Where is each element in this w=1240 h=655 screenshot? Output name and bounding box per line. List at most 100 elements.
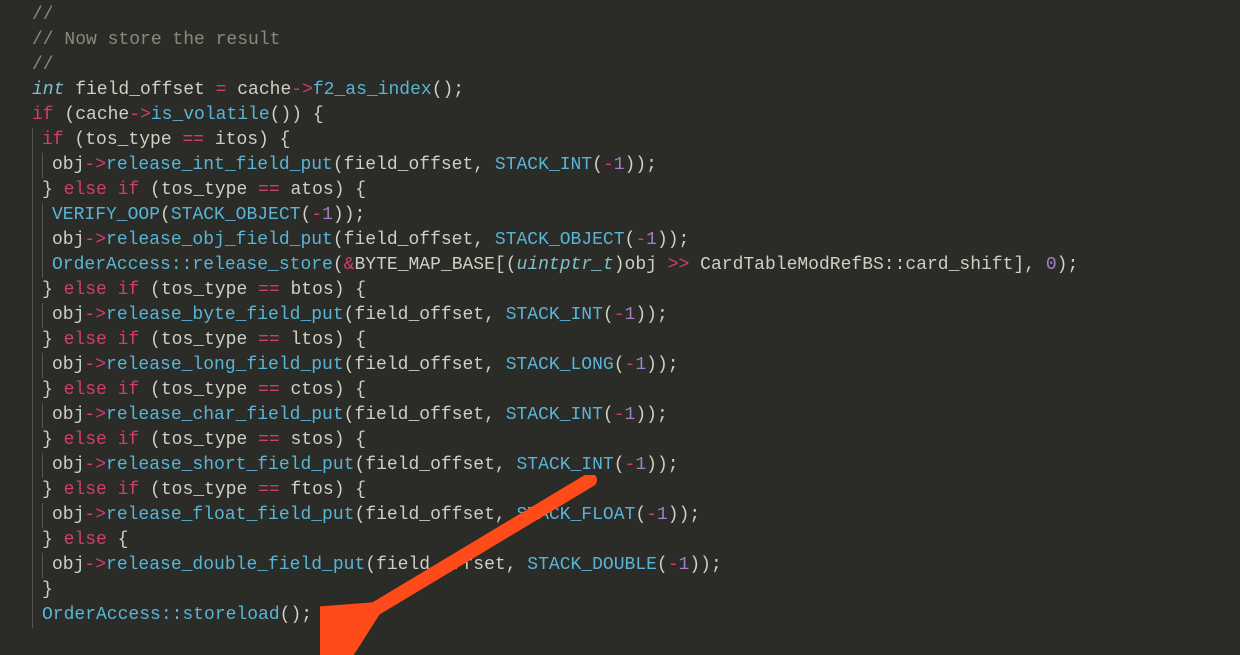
code-token: { [107, 528, 129, 553]
code-token: OrderAccess::release_store [52, 253, 333, 278]
code-token: 1 [679, 553, 690, 578]
code-token: ( [160, 203, 171, 228]
code-token: else [64, 528, 107, 553]
code-token: else [64, 378, 107, 403]
code-token: (); [280, 603, 312, 628]
code-token: (field_offset, [333, 153, 495, 178]
code-token: )); [635, 403, 667, 428]
code-token: field_offset [64, 78, 215, 103]
code-token: - [603, 153, 614, 178]
code-line: VERIFY_OOP(STACK_OBJECT(-1)); [0, 203, 1240, 228]
code-token: == [258, 278, 280, 303]
code-token: 1 [635, 353, 646, 378]
code-line: } else { [0, 528, 1240, 553]
code-token: // [32, 3, 54, 28]
code-token: ( [333, 253, 344, 278]
code-token: obj [52, 503, 84, 528]
code-token: (field_offset, [344, 353, 506, 378]
code-token: >> [668, 253, 690, 278]
code-token: 1 [646, 228, 657, 253]
code-token: BYTE_MAP_BASE[( [354, 253, 516, 278]
code-token: (field_offset, [344, 403, 506, 428]
code-token: == [258, 178, 280, 203]
code-token: release_byte_field_put [106, 303, 344, 328]
code-line: } else if (tos_type == stos) { [0, 428, 1240, 453]
code-token: -> [84, 403, 106, 428]
code-token: (field_offset, [354, 453, 516, 478]
code-token: } [42, 178, 64, 203]
code-line: obj->release_obj_field_put(field_offset,… [0, 228, 1240, 253]
code-token: (field_offset, [365, 553, 527, 578]
code-token: == [258, 378, 280, 403]
code-token: if [32, 103, 54, 128]
code-token: ()) { [270, 103, 324, 128]
code-token: 1 [657, 503, 668, 528]
code-token: ( [300, 203, 311, 228]
code-token: )); [646, 353, 678, 378]
code-token: - [646, 503, 657, 528]
code-token: -> [291, 78, 313, 103]
code-token: release_int_field_put [106, 153, 333, 178]
code-token: if [118, 278, 140, 303]
code-line: obj->release_long_field_put(field_offset… [0, 353, 1240, 378]
code-token: else [64, 178, 107, 203]
code-token: & [344, 253, 355, 278]
code-token: STACK_INT [495, 153, 592, 178]
code-token: itos) { [204, 128, 290, 153]
code-token [107, 328, 118, 353]
code-token: btos) { [280, 278, 366, 303]
code-token: -> [84, 303, 106, 328]
code-token: ( [603, 403, 614, 428]
code-line: obj->release_char_field_put(field_offset… [0, 403, 1240, 428]
code-token: 1 [635, 453, 646, 478]
code-line: } else if (tos_type == ftos) { [0, 478, 1240, 503]
code-token [107, 428, 118, 453]
code-token [107, 378, 118, 403]
code-token: 1 [625, 303, 636, 328]
code-editor-viewport[interactable]: // // Now store the result // int field_… [0, 3, 1240, 628]
code-token: obj [52, 453, 84, 478]
code-token: obj [52, 553, 84, 578]
code-token: release_long_field_put [106, 353, 344, 378]
code-token: ( [657, 553, 668, 578]
code-token: atos) { [280, 178, 366, 203]
code-token: release_short_field_put [106, 453, 354, 478]
code-token: (tos_type [64, 128, 183, 153]
code-token: release_double_field_put [106, 553, 365, 578]
code-line: } [0, 578, 1240, 603]
code-token: } [42, 428, 64, 453]
code-token: - [614, 303, 625, 328]
code-token: } [42, 478, 64, 503]
code-token: // [32, 53, 54, 78]
code-token: release_float_field_put [106, 503, 354, 528]
code-line: } else if (tos_type == btos) { [0, 278, 1240, 303]
code-token: obj [52, 303, 84, 328]
code-token: CardTableModRefBS::card_shift], [689, 253, 1045, 278]
code-token: )); [657, 228, 689, 253]
code-token: VERIFY_OOP [52, 203, 160, 228]
code-token: } [42, 578, 53, 603]
code-token: obj [52, 153, 84, 178]
code-token: )); [333, 203, 365, 228]
code-token: (field_offset, [354, 503, 516, 528]
code-line: if (tos_type == itos) { [0, 128, 1240, 153]
code-token: ctos) { [280, 378, 366, 403]
code-line: // Now store the result [0, 28, 1240, 53]
code-token: obj [52, 353, 84, 378]
code-token: 1 [625, 403, 636, 428]
code-token: -> [84, 553, 106, 578]
code-token: f2_as_index [313, 78, 432, 103]
code-token: STACK_INT [506, 403, 603, 428]
code-token: (tos_type [139, 278, 258, 303]
code-token: )); [635, 303, 667, 328]
code-token: == [182, 128, 204, 153]
code-token: (field_offset, [333, 228, 495, 253]
code-token: ftos) { [280, 478, 366, 503]
code-token: STACK_FLOAT [517, 503, 636, 528]
code-line: } else if (tos_type == atos) { [0, 178, 1240, 203]
code-token: 0 [1046, 253, 1057, 278]
code-token: ( [592, 153, 603, 178]
code-line: } else if (tos_type == ltos) { [0, 328, 1240, 353]
code-token: ( [635, 503, 646, 528]
code-token: == [258, 478, 280, 503]
